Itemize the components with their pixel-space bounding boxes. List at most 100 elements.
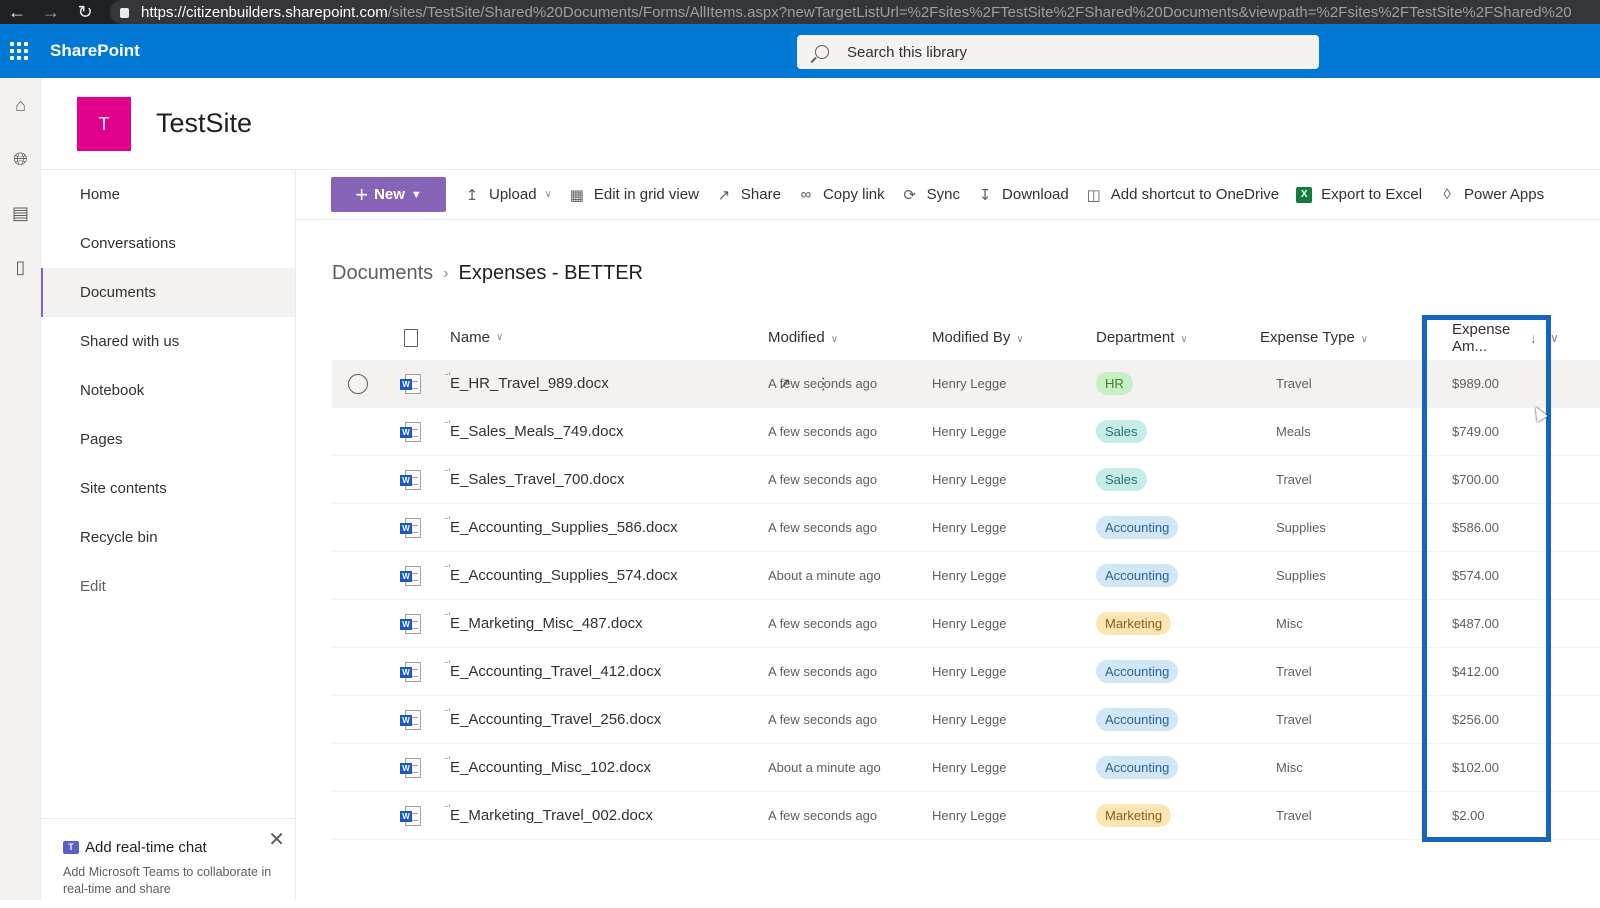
site-navigation: Home Conversations Documents Shared with… bbox=[41, 170, 296, 900]
reload-icon[interactable]: ↻ bbox=[68, 2, 102, 22]
url-path: /sites/TestSite/Shared%20Documents/Forms… bbox=[387, 3, 1572, 21]
address-bar[interactable]: https://citizenbuilders.sharepoint.com /… bbox=[110, 0, 1600, 24]
table-row[interactable]: W ⁻′ E_Accounting_Misc_102.docx About a min… bbox=[332, 744, 1600, 792]
file-name-link[interactable]: E_Accounting_Supplies_586.docx bbox=[450, 519, 678, 536]
news-icon[interactable]: ▤ bbox=[0, 186, 41, 240]
table-row[interactable]: W ⁻′ E_Marketing_Travel_002.docx A few seco… bbox=[332, 792, 1600, 840]
column-header-expense-amount[interactable]: Expense Am... bbox=[1424, 321, 1544, 355]
share-button[interactable]: ↗ Share bbox=[716, 186, 781, 204]
file-name-cell: ⁻′ E_Sales_Travel_700.docx bbox=[438, 467, 768, 488]
table-row[interactable]: W ⁻′ E_Sales_Travel_700.docx A few seconds … bbox=[332, 456, 1600, 504]
file-name-link[interactable]: E_Marketing_Misc_487.docx bbox=[450, 615, 643, 632]
power-apps-button[interactable]: ◊ Power Apps bbox=[1439, 186, 1544, 203]
modified-by-cell[interactable]: Henry Legge bbox=[932, 376, 1096, 391]
file-name-link[interactable]: E_Accounting_Misc_102.docx bbox=[450, 759, 651, 776]
modified-by-cell[interactable]: Henry Legge bbox=[932, 808, 1096, 823]
suite-title[interactable]: SharePoint bbox=[50, 41, 140, 61]
file-name-cell: ⁻′ E_Accounting_Travel_256.docx bbox=[438, 707, 768, 728]
table-row[interactable]: W ⁻′ E_Accounting_Travel_256.docx A few sec… bbox=[332, 696, 1600, 744]
breadcrumb-documents[interactable]: Documents bbox=[332, 262, 433, 285]
table-row[interactable]: W ⁻′ E_Accounting_Supplies_586.docx A few s… bbox=[332, 504, 1600, 552]
home-icon[interactable]: ⌂ bbox=[0, 78, 41, 132]
site-logo[interactable]: T bbox=[77, 97, 131, 151]
modified-by-cell[interactable]: Henry Legge bbox=[932, 424, 1096, 439]
nav-item-recycle-bin[interactable]: Recycle bin bbox=[41, 513, 295, 562]
nav-item-shared-with-us[interactable]: Shared with us bbox=[41, 317, 295, 366]
nav-item-conversations[interactable]: Conversations bbox=[41, 219, 295, 268]
share-icon[interactable]: ↗ bbox=[778, 374, 791, 394]
document-icon[interactable]: ▯ bbox=[0, 240, 41, 294]
export-excel-button[interactable]: X Export to Excel bbox=[1296, 186, 1422, 203]
file-name-link[interactable]: E_Marketing_Travel_002.docx bbox=[450, 807, 653, 824]
nav-item-notebook[interactable]: Notebook bbox=[41, 366, 295, 415]
chevron-down-icon: ∨ bbox=[544, 189, 552, 200]
site-title[interactable]: TestSite bbox=[156, 108, 252, 139]
forward-arrow-icon[interactable]: → bbox=[34, 2, 68, 22]
table-row[interactable]: W ⁻′ E_Accounting_Supplies_574.docx About a… bbox=[332, 552, 1600, 600]
file-name-link[interactable]: E_HR_Travel_989.docx bbox=[450, 375, 609, 392]
chat-card-description: Add Microsoft Teams to collaborate in re… bbox=[63, 865, 272, 896]
sync-button[interactable]: ⟳ Sync bbox=[902, 186, 960, 204]
file-type-header[interactable] bbox=[384, 328, 438, 347]
download-button[interactable]: ↧ Download bbox=[977, 186, 1069, 204]
new-item-icon: ⁻′ bbox=[444, 371, 451, 381]
share-label: Share bbox=[740, 186, 781, 203]
file-name-link[interactable]: E_Accounting_Supplies_574.docx bbox=[450, 567, 678, 584]
nav-item-documents[interactable]: Documents bbox=[41, 268, 295, 317]
new-item-icon: ⁻′ bbox=[444, 659, 451, 669]
nav-item-pages[interactable]: Pages bbox=[41, 415, 295, 464]
globe-icon[interactable]: 🌐︎ bbox=[0, 132, 41, 186]
table-row[interactable]: W ⁻′ E_Sales_Meals_749.docx A few seconds a… bbox=[332, 408, 1600, 456]
command-bar: + New ▼ ↥ Upload ∨ ▦ Edit in grid view ↗… bbox=[296, 170, 1600, 220]
edit-grid-view-button[interactable]: ▦ Edit in grid view bbox=[569, 186, 699, 204]
column-header-department[interactable]: Department ∨ bbox=[1096, 329, 1260, 346]
modified-by-cell[interactable]: Henry Legge bbox=[932, 712, 1096, 727]
modified-by-cell[interactable]: Henry Legge bbox=[932, 520, 1096, 535]
back-arrow-icon[interactable]: ← bbox=[0, 2, 34, 22]
search-input[interactable]: Search this library bbox=[797, 35, 1319, 69]
modified-cell: A few seconds ago bbox=[768, 520, 878, 535]
close-icon[interactable]: ✕ bbox=[268, 827, 285, 852]
app-launcher-icon[interactable] bbox=[6, 42, 36, 60]
department-badge: Accounting bbox=[1096, 516, 1179, 539]
upload-button[interactable]: ↥ Upload ∨ bbox=[464, 186, 552, 204]
column-header-modified-by[interactable]: Modified By ∨ bbox=[932, 329, 1096, 346]
new-item-icon: ⁻′ bbox=[444, 419, 451, 429]
modified-by-cell[interactable]: Henry Legge bbox=[932, 616, 1096, 631]
file-name-link[interactable]: E_Sales_Meals_749.docx bbox=[450, 423, 623, 440]
upload-icon: ↥ bbox=[465, 186, 479, 204]
row-checkbox[interactable] bbox=[348, 373, 368, 394]
file-name-link[interactable]: E_Accounting_Travel_256.docx bbox=[450, 711, 661, 728]
row-select-cell[interactable] bbox=[332, 373, 384, 394]
column-header-modified[interactable]: Modified ∨ bbox=[768, 329, 932, 346]
expense-type-cell: Travel bbox=[1276, 712, 1312, 727]
expense-amount-cell: $749.00 bbox=[1452, 424, 1499, 439]
url-host: https://citizenbuilders.sharepoint.com bbox=[141, 3, 388, 21]
new-button[interactable]: + New ▼ bbox=[331, 177, 446, 212]
file-name-link[interactable]: E_Sales_Travel_700.docx bbox=[450, 471, 625, 488]
department-cell: Accounting bbox=[1096, 708, 1260, 731]
copy-link-button[interactable]: ∞ Copy link bbox=[798, 186, 885, 203]
modified-by-cell[interactable]: Henry Legge bbox=[932, 760, 1096, 775]
suite-bar: SharePoint Search this library bbox=[0, 24, 1600, 78]
column-header-expense-type[interactable]: Expense Type ∨ bbox=[1260, 329, 1424, 346]
more-options-icon[interactable]: ⋮ bbox=[815, 374, 831, 394]
chevron-down-icon[interactable]: ∨ bbox=[1550, 331, 1559, 345]
modified-by-cell[interactable]: Henry Legge bbox=[932, 664, 1096, 679]
add-shortcut-button[interactable]: ◫ Add shortcut to OneDrive bbox=[1086, 186, 1280, 204]
department-cell: Accounting bbox=[1096, 564, 1260, 587]
nav-edit-link[interactable]: Edit bbox=[41, 562, 295, 611]
table-row[interactable]: W ⁻′ E_Marketing_Misc_487.docx A few second… bbox=[332, 600, 1600, 648]
column-header-name[interactable]: Name ∨ bbox=[438, 329, 768, 346]
site-header: T TestSite bbox=[41, 78, 1600, 170]
table-row[interactable]: W ⁻′ E_Accounting_Travel_412.docx A few sec… bbox=[332, 648, 1600, 696]
table-row[interactable]: W ⁻′ E_HR_Travel_989.docx ↗ ⋮ A few seconds a… bbox=[332, 360, 1600, 408]
modified-by-cell[interactable]: Henry Legge bbox=[932, 472, 1096, 487]
nav-item-site-contents[interactable]: Site contents bbox=[41, 464, 295, 513]
file-name-link[interactable]: E_Accounting_Travel_412.docx bbox=[450, 663, 661, 680]
new-item-icon: ⁻′ bbox=[444, 515, 451, 525]
modified-by-cell[interactable]: Henry Legge bbox=[932, 568, 1096, 583]
file-name-cell: ⁻′ E_Accounting_Supplies_574.docx bbox=[438, 563, 768, 584]
nav-item-home[interactable]: Home bbox=[41, 170, 295, 219]
file-name-cell: ⁻′ E_Accounting_Travel_412.docx bbox=[438, 659, 768, 680]
